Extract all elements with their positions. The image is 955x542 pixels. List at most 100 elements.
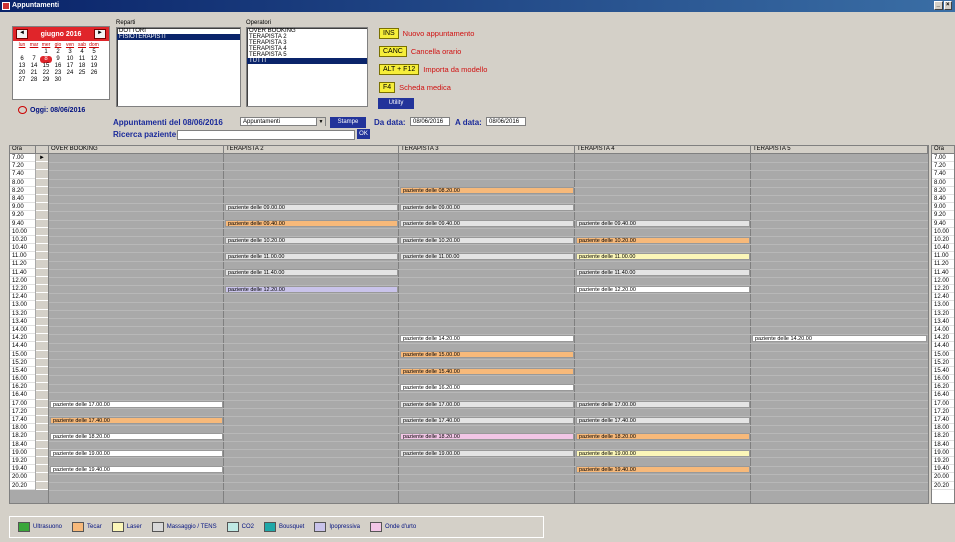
appointment-slot[interactable]: paziente delle 09.00.00 xyxy=(400,203,574,211)
appointment-slot[interactable]: paziente delle 14.20.00 xyxy=(752,335,927,342)
appointment-slot[interactable]: paziente delle 11.40.00 xyxy=(225,269,398,277)
print-button[interactable]: Stampe xyxy=(330,117,366,128)
appointment-slot[interactable]: paziente delle 17.00.00 xyxy=(50,400,223,408)
calendar-day[interactable]: 8 xyxy=(40,56,52,63)
row-marker[interactable] xyxy=(36,244,48,253)
appointment-slot[interactable]: paziente delle 12.20.00 xyxy=(576,285,750,293)
row-marker[interactable] xyxy=(36,351,48,359)
row-marker[interactable] xyxy=(36,473,48,482)
appointment-slot[interactable]: paziente delle 17.00.00 xyxy=(576,400,750,408)
row-marker[interactable] xyxy=(36,170,48,179)
calendar-day[interactable]: 25 xyxy=(76,70,88,77)
appointment-slot[interactable]: paziente delle 17.40.00 xyxy=(400,417,574,424)
appointment-slot[interactable]: paziente delle 09.40.00 xyxy=(225,220,398,228)
row-marker[interactable] xyxy=(36,228,48,236)
da-data-input[interactable]: 08/06/2016 xyxy=(410,117,450,126)
row-marker[interactable] xyxy=(36,310,48,318)
calendar-day[interactable]: 12 xyxy=(88,56,100,63)
calendar-day[interactable]: 22 xyxy=(40,70,52,77)
row-marker[interactable] xyxy=(36,293,48,302)
row-marker[interactable] xyxy=(36,252,48,261)
row-marker[interactable] xyxy=(36,416,48,425)
today-link[interactable]: Oggi: 08/06/2016 xyxy=(18,106,85,114)
calendar-day[interactable]: 18 xyxy=(76,63,88,70)
row-marker[interactable] xyxy=(36,260,48,269)
search-ok-button[interactable]: OK xyxy=(357,129,370,139)
row-marker[interactable] xyxy=(36,457,48,466)
row-marker[interactable] xyxy=(36,367,48,376)
appointment-slot[interactable]: paziente delle 19.40.00 xyxy=(576,466,750,474)
calendar-day[interactable]: 11 xyxy=(76,56,88,63)
row-marker[interactable] xyxy=(36,285,48,294)
row-marker[interactable] xyxy=(36,432,48,441)
calendar-day[interactable]: 6 xyxy=(16,56,28,63)
appointment-slot[interactable]: paziente delle 11.00.00 xyxy=(400,253,574,260)
appointment-slot[interactable]: paziente delle 16.20.00 xyxy=(400,384,574,392)
shortcut-import[interactable]: ALT + F12 Importa da modello xyxy=(379,64,487,75)
row-marker[interactable] xyxy=(36,375,48,384)
appointment-slot[interactable]: paziente delle 18.20.00 xyxy=(576,433,750,441)
row-marker[interactable] xyxy=(36,220,48,228)
calendar-day[interactable]: 19 xyxy=(88,63,100,70)
calendar-day[interactable]: 2 xyxy=(52,49,64,56)
calendar-day[interactable]: 23 xyxy=(52,70,64,77)
appointment-slot[interactable]: paziente delle 12.20.00 xyxy=(225,285,398,293)
calendar-day[interactable]: 13 xyxy=(16,63,28,70)
calendar-day[interactable]: 10 xyxy=(64,56,76,63)
next-month-button[interactable]: ► xyxy=(94,29,106,39)
row-marker[interactable] xyxy=(36,203,48,212)
calendar-day[interactable]: 1 xyxy=(40,49,52,56)
shortcut-new[interactable]: INS Nuovo appuntamento xyxy=(379,28,474,39)
appointment-slot[interactable]: paziente delle 17.40.00 xyxy=(50,417,223,424)
calendar-day[interactable]: 5 xyxy=(88,49,100,56)
appointment-slot[interactable]: paziente delle 18.20.00 xyxy=(400,433,574,441)
current-row-marker[interactable]: ► xyxy=(36,154,48,163)
row-marker[interactable] xyxy=(36,187,48,195)
appointment-slot[interactable]: paziente delle 15.00.00 xyxy=(400,351,574,359)
appointment-slot[interactable]: paziente delle 19.00.00 xyxy=(576,449,750,457)
calendar-day[interactable]: 16 xyxy=(52,63,64,70)
appointment-slot[interactable]: paziente delle 08.20.00 xyxy=(400,187,574,195)
appointment-slot[interactable]: paziente delle 10.20.00 xyxy=(576,236,750,244)
calendar-day[interactable]: 29 xyxy=(40,77,52,84)
appointment-slot[interactable]: paziente delle 11.00.00 xyxy=(225,253,398,260)
calendar-day[interactable]: 7 xyxy=(28,56,40,63)
a-data-input[interactable]: 08/06/2016 xyxy=(486,117,526,126)
shortcut-delete[interactable]: CANC Cancella orario xyxy=(379,46,461,57)
calendar-day[interactable]: 28 xyxy=(28,77,40,84)
row-marker[interactable] xyxy=(36,236,48,245)
reparti-item[interactable]: FISIOTERAPISTI xyxy=(117,34,240,40)
row-marker[interactable] xyxy=(36,162,48,171)
chevron-down-icon[interactable]: ▼ xyxy=(316,118,325,126)
appointment-slot[interactable]: paziente delle 19.00.00 xyxy=(400,449,574,457)
close-button[interactable]: × xyxy=(943,1,952,10)
row-marker[interactable] xyxy=(36,179,48,187)
row-marker[interactable] xyxy=(36,465,48,474)
operatori-item[interactable]: TUTTI xyxy=(247,58,367,64)
row-marker[interactable] xyxy=(36,424,48,433)
row-marker[interactable] xyxy=(36,441,48,449)
calendar-day[interactable]: 26 xyxy=(88,70,100,77)
appointment-slot[interactable]: paziente delle 09.40.00 xyxy=(400,220,574,228)
row-marker[interactable] xyxy=(36,391,48,400)
calendar-day[interactable]: 14 xyxy=(28,63,40,70)
appointment-slot[interactable]: paziente delle 17.40.00 xyxy=(576,417,750,424)
patient-search-input[interactable] xyxy=(177,130,355,140)
calendar-day[interactable]: 15 xyxy=(40,63,52,70)
row-marker[interactable] xyxy=(36,277,48,285)
calendar-day[interactable]: 4 xyxy=(76,49,88,56)
appointment-slot[interactable]: paziente delle 15.40.00 xyxy=(400,367,574,375)
row-marker[interactable] xyxy=(36,211,48,220)
operatori-list[interactable]: OVER BOOKING TERAPISTA 2 TERAPISTA 3 TERAPI… xyxy=(246,27,368,107)
calendar-day[interactable]: 21 xyxy=(28,70,40,77)
calendar-day[interactable]: 24 xyxy=(64,70,76,77)
appointment-slot[interactable]: paziente delle 14.20.00 xyxy=(400,335,574,342)
row-marker[interactable] xyxy=(36,400,48,408)
row-marker[interactable] xyxy=(36,342,48,351)
appointment-slot[interactable]: paziente delle 19.00.00 xyxy=(50,449,223,457)
calendar-day[interactable]: 30 xyxy=(52,77,64,84)
prev-month-button[interactable]: ◄ xyxy=(16,29,28,39)
schedule-grid[interactable]: Ora OVER BOOKING TERAPISTA 2 TERAPISTA 3 TER… xyxy=(9,145,929,504)
calendar-day[interactable]: 9 xyxy=(52,56,64,63)
row-marker[interactable] xyxy=(36,269,48,277)
